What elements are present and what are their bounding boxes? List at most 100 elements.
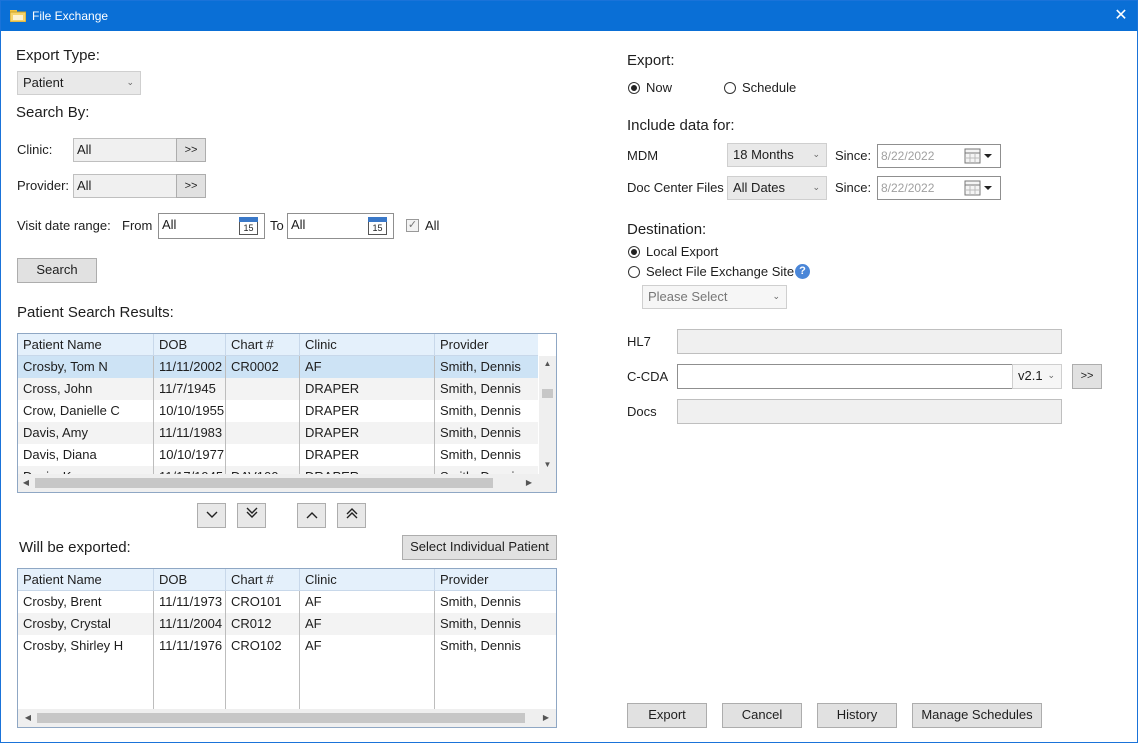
export-now-radio[interactable] [628,82,640,94]
select-individual-patient-button[interactable]: Select Individual Patient [402,535,557,560]
col-provider[interactable]: Provider [435,334,538,356]
scroll-thumb[interactable] [35,478,493,488]
help-icon[interactable]: ? [795,264,810,279]
exported-horizontal-scrollbar[interactable]: ◀ ▶ [18,709,556,727]
clinic-field[interactable]: All [73,138,177,162]
ccda-field[interactable] [677,364,1013,389]
cell-patient-name: Davis, Amy [18,422,154,444]
calendar-dropdown-icon[interactable] [964,148,994,164]
cell-provider: Smith, Dennis [440,616,521,631]
all-dates-checkbox[interactable]: ✓ [406,219,419,232]
mdm-since-date[interactable]: 8/22/2022 [877,144,1001,168]
scroll-right-icon[interactable]: ▶ [540,713,552,722]
results-horizontal-scrollbar[interactable]: ◀ ▶ [18,474,556,492]
visit-range-label: Visit date range: [17,218,111,233]
table-row[interactable]: Crosby, Shirley H 11/11/1976 CRO102 AF Smith… [18,635,556,657]
calendar-dropdown-icon[interactable] [964,180,994,196]
col-chart[interactable]: Chart # [226,334,300,356]
scroll-up-icon[interactable]: ▲ [539,359,556,368]
table-row[interactable]: Crosby, Brent 11/11/1973 CRO101 AF Smith, De… [18,591,556,613]
export-button[interactable]: Export [627,703,707,728]
provider-label: Provider: [17,178,70,193]
col-patient-name[interactable]: Patient Name [18,334,154,356]
export-label: Export: [627,52,675,69]
scroll-left-icon[interactable]: ◀ [22,713,34,722]
to-date-field[interactable]: All 15 [287,213,394,239]
cell-dob: 10/10/1977 [154,444,226,466]
manage-schedules-button[interactable]: Manage Schedules [912,703,1042,728]
mdm-since-value: 8/22/2022 [881,149,935,163]
cell-chart [226,400,300,422]
clinic-more-button[interactable]: >> [176,138,206,162]
site-placeholder: Please Select [648,289,728,304]
cell-clinic: DRAPER [300,400,435,422]
col-chart[interactable]: Chart # [226,569,300,591]
table-row[interactable]: Davis, Amy 11/11/1983 DRAPER Smith, Dennis [18,422,538,444]
cell-provider: Smith, Dennis [440,594,521,609]
results-vertical-scrollbar[interactable]: ▲ ▼ [539,356,556,474]
cell-patient-name: Davis, Diana [18,444,154,466]
from-label: From [122,218,153,233]
clinic-value: All [77,142,92,157]
table-row[interactable]: Crosby, Crystal 11/11/2004 CR012 AF Smith, D… [18,613,556,635]
cancel-button[interactable]: Cancel [722,703,802,728]
close-icon[interactable]: ✕ [1105,1,1137,31]
calendar-icon[interactable]: 15 [239,217,258,235]
scroll-left-icon[interactable]: ◀ [20,478,32,487]
exported-grid[interactable]: Patient Name DOB Chart # Clinic Provider… [17,568,557,728]
docs-field[interactable] [677,399,1062,424]
move-up-button[interactable] [297,503,326,528]
col-dob[interactable]: DOB [154,569,226,591]
provider-more-button[interactable]: >> [176,174,206,198]
table-row[interactable]: Cross, John 11/7/1945 DRAPER Smith, Dennis [18,378,538,400]
col-dob[interactable]: DOB [154,334,226,356]
chevron-down-icon: ⌄ [772,291,780,301]
move-down-button[interactable] [197,503,226,528]
mdm-range-select[interactable]: 18 Months ⌄ [727,143,827,167]
move-all-up-button[interactable] [337,503,366,528]
export-type-label: Export Type: [16,47,100,64]
scroll-down-icon[interactable]: ▼ [539,460,556,469]
select-site-radio[interactable] [628,266,640,278]
col-provider[interactable]: Provider [435,569,556,591]
provider-field[interactable]: All [73,174,177,198]
cell-patient-name: Crosby, Tom N [18,356,154,378]
col-patient-name[interactable]: Patient Name [18,569,154,591]
cell-provider: Smith, Dennis [440,403,521,418]
ccda-version-select[interactable]: v2.1 ⌄ [1012,364,1062,389]
export-schedule-radio[interactable] [724,82,736,94]
move-all-down-button[interactable] [237,503,266,528]
results-grid[interactable]: Patient Name DOB Chart # Clinic Provider… [17,333,557,493]
scroll-right-icon[interactable]: ▶ [523,478,535,487]
table-row[interactable]: Crow, Danielle C 10/10/1955 DRAPER Smith, D… [18,400,538,422]
scroll-thumb[interactable] [542,389,553,398]
cell-patient-name: Crosby, Shirley H [18,635,154,657]
mdm-label: MDM [627,148,659,163]
doc-since-date[interactable]: 8/22/2022 [877,176,1001,200]
ccda-more-button[interactable]: >> [1072,364,1102,389]
file-exchange-site-select[interactable]: Please Select ⌄ [642,285,787,309]
hl7-field[interactable] [677,329,1062,354]
table-row[interactable]: Davis, Diana 10/10/1977 DRAPER Smith, Denni… [18,444,538,466]
local-export-radio[interactable] [628,246,640,258]
file-exchange-window: File Exchange ✕ Export Type: Patient ⌄ S… [0,0,1138,743]
cell-clinic: DRAPER [300,378,435,400]
cell-patient-name: Crosby, Brent [18,591,154,613]
cell-patient-name: Cross, John [18,378,154,400]
history-button[interactable]: History [817,703,897,728]
search-button[interactable]: Search [17,258,97,283]
col-clinic[interactable]: Clinic [300,569,435,591]
column-divider [299,657,300,709]
col-clinic[interactable]: Clinic [300,334,435,356]
cell-chart: CRO102 [226,635,300,657]
table-row[interactable]: Crosby, Tom N 11/11/2002 CR0002 AF Smith, De… [18,356,538,378]
export-type-select[interactable]: Patient ⌄ [17,71,141,95]
doc-center-range-select[interactable]: All Dates ⌄ [727,176,827,200]
all-dates-label: All [425,218,440,233]
ccda-version-value: v2.1 [1018,368,1043,383]
calendar-icon[interactable]: 15 [368,217,387,235]
scroll-thumb[interactable] [37,713,525,723]
from-date-field[interactable]: All 15 [158,213,265,239]
include-data-label: Include data for: [627,117,735,134]
double-chevron-down-icon [246,507,257,518]
